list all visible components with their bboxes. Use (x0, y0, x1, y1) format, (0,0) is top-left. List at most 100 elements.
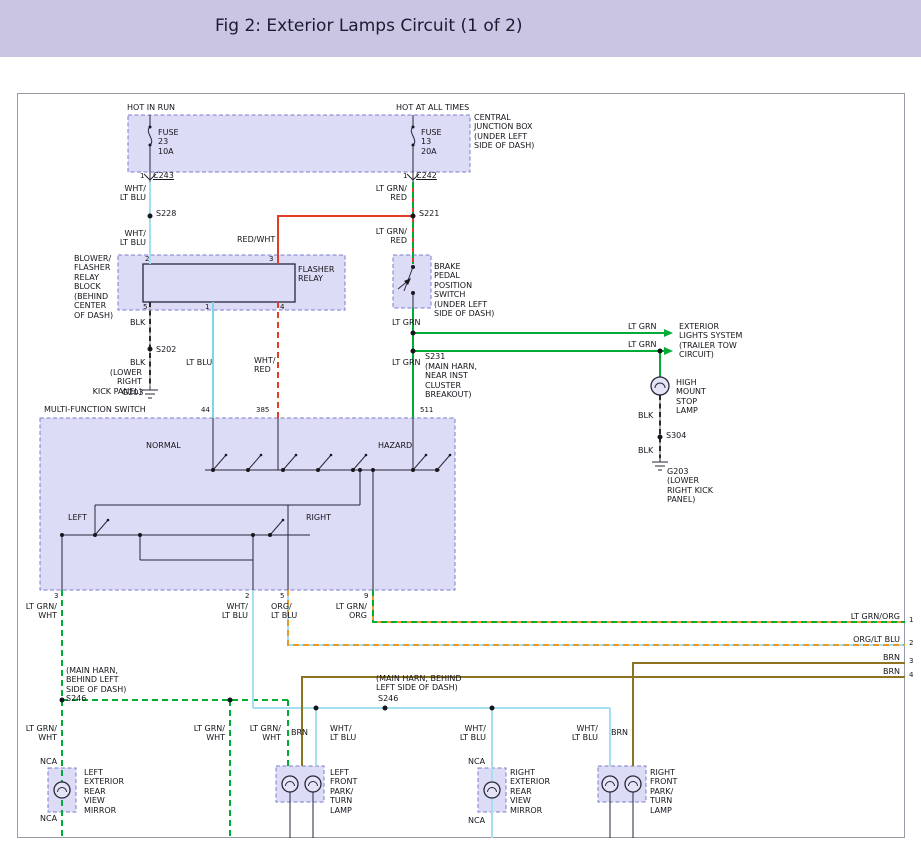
fuse-13-label: FUSE 13 20A (421, 128, 442, 156)
splice-s304 (658, 435, 663, 440)
right-park-lamp-icon (602, 776, 618, 792)
mfs-left-label: LEFT (68, 513, 87, 522)
splice-s228-label: S228 (156, 209, 176, 218)
page: Fig 2: Exterior Lamps Circuit (1 of 2) (0, 0, 921, 846)
right-turn-lamp-icon (625, 776, 641, 792)
central-junction-box-label: CENTRAL JUNCTION BOX (UNDER LEFT SIDE OF… (474, 113, 534, 151)
wire-label-brn-3: BRN (862, 653, 900, 662)
mfs-pin-9-label: 9 (364, 592, 368, 600)
right-mirror-label: RIGHT EXTERIOR REAR VIEW MIRROR (510, 768, 550, 815)
wire-label-wht-lt-blu-2: WHT/ LT BLU (118, 229, 146, 248)
wire-label-lt-grn-org: LT GRN/ ORG (334, 602, 367, 621)
left-front-lamp-label: LEFT FRONT PARK/ TURN LAMP (330, 768, 357, 815)
hot-in-run-label: HOT IN RUN (127, 103, 175, 112)
nca-label-1: NCA (40, 757, 57, 766)
splice-s246-left (60, 698, 65, 703)
c242-pin-label: 1 (403, 172, 407, 180)
mfs-pin-5-label: 5 (280, 592, 284, 600)
splice-s231-note-label: (MAIN HARN, NEAR INST CLUSTER BREAKOUT) (425, 362, 477, 400)
arrow-right-icon (664, 347, 673, 355)
wire-label-brn-left: BRN (291, 728, 308, 737)
flasher-relay-label: FLASHER RELAY (298, 265, 334, 284)
relay-pin-5-label: 5 (143, 303, 147, 311)
wire-label-blk-2: BLK (130, 358, 145, 367)
splice-s202 (148, 347, 153, 352)
mfs-pin-3-label: 3 (54, 592, 58, 600)
blower-relay-block-label: BLOWER/ FLASHER RELAY BLOCK (BEHIND CENT… (74, 254, 113, 320)
wire-label-lt-grn-red-1: LT GRN/ RED (374, 184, 407, 203)
wire-label-red-wht: RED/WHT (237, 235, 275, 244)
right-mirror-lamp-icon (484, 782, 500, 798)
wire-label-wht-lt-blu-3: WHT/ LT BLU (220, 602, 248, 621)
hot-at-all-times-label: HOT AT ALL TIMES (396, 103, 469, 112)
wire-label-lt-grn-2: LT GRN (628, 322, 657, 331)
splice-s246-left-label: S246 (66, 694, 86, 703)
mfs-pin-511-label: 511 (420, 406, 433, 414)
ground-g203-right-icon (652, 458, 668, 470)
edge-ref-2: 2 (909, 639, 913, 647)
relay-pin-3-label: 3 (269, 255, 273, 263)
left-turn-lamp-icon (305, 776, 321, 792)
wire-label-blk-1: BLK (130, 318, 145, 327)
mfs-pin-2-label: 2 (245, 592, 249, 600)
wire-label-wht-lt-blu-4: WHT/ LT BLU (330, 724, 356, 743)
ground-g203-label: G203 (122, 388, 143, 397)
wire-label-wht-lt-blu-5: WHT/ LT BLU (458, 724, 486, 743)
c243-pin-label: 1 (140, 172, 144, 180)
multi-function-switch-label: MULTI-FUNCTION SWITCH (44, 405, 146, 414)
ground-g203-right-label: G203 (LOWER RIGHT KICK PANEL) (667, 467, 713, 505)
wire-label-blk-3: BLK (638, 411, 653, 420)
splice-s221 (411, 214, 416, 219)
wire-label-lt-blu: LT BLU (186, 358, 212, 367)
edge-ref-3: 3 (909, 657, 913, 665)
mfs-pin-44-label: 44 (201, 406, 210, 414)
wire-label-lt-grn-wht-1: LT GRN/ WHT (24, 602, 57, 621)
wire-label-wht-lt-blu-6: WHT/ LT BLU (570, 724, 598, 743)
arrow-right-icon (664, 329, 673, 337)
left-park-lamp-icon (282, 776, 298, 792)
fuse-23-label: FUSE 23 10A (158, 128, 179, 156)
wiring-diagram-canvas (0, 0, 921, 846)
high-mount-stop-lamp-label: HIGH MOUNT STOP LAMP (676, 378, 706, 416)
relay-pin-2-label: 2 (145, 255, 149, 263)
main-harn-left-label: (MAIN HARN, BEHIND LEFT SIDE OF DASH) (66, 666, 126, 694)
splice-s228 (148, 214, 153, 219)
wire-label-brn-4: BRN (862, 667, 900, 676)
wire-label-lt-grn-red-2: LT GRN/ RED (374, 227, 407, 246)
splice-s304-label: S304 (666, 431, 686, 440)
wire-label-brn-right: BRN (611, 728, 628, 737)
wire-label-lt-grn-3: LT GRN (628, 340, 657, 349)
wire-label-lt-grn-wht-2: LT GRN/ WHT (24, 724, 57, 743)
wire-lt-grn-org (373, 590, 905, 622)
relay-pin-4-label: 4 (280, 303, 284, 311)
wire-label-lt-grn-wht-4: LT GRN/ WHT (248, 724, 281, 743)
wire-label-lt-grn-1: LT GRN (392, 318, 421, 327)
splice-s231 (411, 349, 416, 354)
high-mount-stop-lamp-icon (651, 377, 669, 395)
mfs-hazard-label: HAZARD (378, 441, 412, 450)
left-mirror-label: LEFT EXTERIOR REAR VIEW MIRROR (84, 768, 124, 815)
left-mirror-lamp-icon (54, 782, 70, 798)
main-harn-center-label: (MAIN HARN, BEHIND LEFT SIDE OF DASH) (376, 674, 462, 693)
wire-label-blk-4: BLK (638, 446, 653, 455)
nca-label-3: NCA (468, 757, 485, 766)
edge-ref-4: 4 (909, 671, 913, 679)
wire-label-org-lt-blu-h: ORG/LT BLU (830, 635, 900, 644)
brake-pedal-switch-label: BRAKE PEDAL POSITION SWITCH (UNDER LEFT … (434, 262, 494, 319)
mfs-pin-385-label: 385 (256, 406, 269, 414)
splice-s202-label: S202 (156, 345, 176, 354)
nca-label-4: NCA (468, 816, 485, 825)
splice-s231-label: S231 (425, 352, 445, 361)
right-front-lamp-label: RIGHT FRONT PARK/ TURN LAMP (650, 768, 677, 815)
central-junction-box (128, 115, 470, 172)
wire-label-wht-lt-blu-1: WHT/ LT BLU (118, 184, 146, 203)
wire-label-lt-grn-4: LT GRN (392, 358, 421, 367)
wire-label-lt-grn-org-h: LT GRN/ORG (830, 612, 900, 621)
nca-label-2: NCA (40, 814, 57, 823)
mfs-right-label: RIGHT (306, 513, 331, 522)
connector-c243-label: C243 (153, 171, 174, 180)
wire-org-lt-blu (288, 590, 905, 645)
wire-label-wht-red: WHT/ RED (254, 356, 276, 375)
exterior-lights-system-label: EXTERIOR LIGHTS SYSTEM (TRAILER TOW CIRC… (679, 322, 742, 360)
wire-label-lt-grn-wht-3: LT GRN/ WHT (192, 724, 225, 743)
